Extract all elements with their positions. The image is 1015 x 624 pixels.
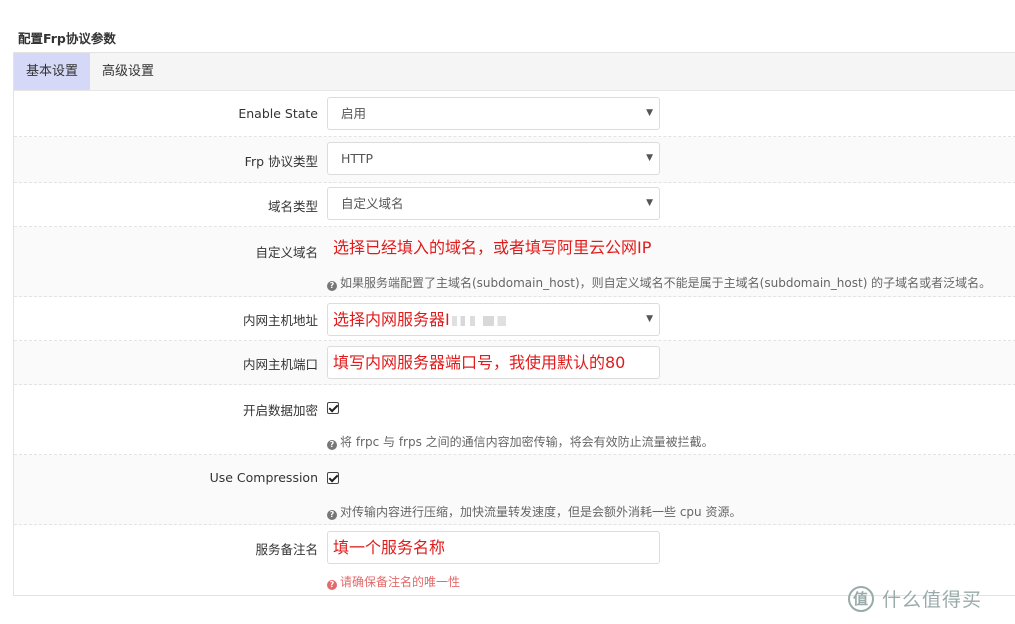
domain-type-select[interactable]: 自定义域名 ▼: [327, 187, 660, 220]
section-title: 配置Frp协议参数: [18, 31, 116, 46]
question-circle-icon: ?: [327, 510, 337, 520]
service-remark-help-text: 请确保备注名的唯一性: [340, 575, 461, 589]
local-port-input[interactable]: 填写内网服务器端口号，我使用默认的80: [327, 346, 660, 379]
service-remark-help: ? 请确保备注名的唯一性: [327, 573, 460, 590]
service-remark-input[interactable]: 填一个服务名称: [327, 531, 660, 564]
enable-state-label: Enable State: [238, 106, 318, 121]
service-remark-annotation: 填一个服务名称: [333, 538, 446, 557]
caret-down-icon: ▼: [646, 108, 653, 118]
custom-domain-input[interactable]: 选择已经填入的域名，或者填写阿里云公网IP: [327, 231, 660, 264]
watermark: 值 什么值得买: [848, 585, 982, 612]
row-local-port: 内网主机端口 填写内网服务器端口号，我使用默认的80: [14, 341, 1015, 385]
row-local-host: 内网主机地址 选择内网服务器I ▼: [14, 297, 1015, 341]
compression-label: Use Compression: [209, 470, 318, 485]
watermark-text: 什么值得买: [882, 589, 983, 611]
local-port-label: 内网主机端口: [242, 357, 318, 372]
encryption-label: 开启数据加密: [242, 403, 318, 418]
custom-domain-help: ? 如果服务端配置了主域名(subdomain_host)，则自定义域名不能是属于…: [327, 274, 991, 291]
compression-help: ? 对传输内容进行压缩，加快流量转发速度，但是会额外消耗一些 cpu 资源。: [327, 503, 741, 520]
caret-down-icon: ▼: [646, 198, 653, 208]
row-protocol-type: Frp 协议类型 HTTP ▼: [14, 137, 1015, 183]
question-circle-icon: ?: [327, 580, 337, 590]
redacted-ip: [451, 315, 512, 326]
protocol-type-label: Frp 协议类型: [244, 154, 318, 169]
tab-basic-settings[interactable]: 基本设置: [14, 53, 91, 90]
local-host-select[interactable]: 选择内网服务器I ▼: [327, 303, 660, 336]
custom-domain-label: 自定义域名: [255, 245, 318, 260]
question-circle-icon: ?: [327, 281, 337, 291]
caret-down-icon: ▼: [646, 314, 653, 324]
watermark-logo: 值: [848, 585, 874, 612]
local-host-label: 内网主机地址: [242, 313, 318, 328]
row-domain-type: 域名类型 自定义域名 ▼: [14, 183, 1015, 227]
custom-domain-help-text: 如果服务端配置了主域名(subdomain_host)，则自定义域名不能是属于主…: [340, 276, 992, 290]
custom-domain-annotation: 选择已经填入的域名，或者填写阿里云公网IP: [333, 238, 652, 257]
protocol-type-value: HTTP: [341, 151, 373, 166]
caret-down-icon: ▼: [646, 153, 653, 163]
local-host-annotation: 选择内网服务器I: [333, 304, 512, 335]
frp-config-panel: 基本设置 高级设置 Enable State 启用 ▼ Frp 协议类型 HTT…: [13, 52, 1015, 596]
encryption-checkbox[interactable]: [327, 402, 339, 414]
compression-help-text: 对传输内容进行压缩，加快流量转发速度，但是会额外消耗一些 cpu 资源。: [340, 505, 742, 519]
local-port-annotation: 填写内网服务器端口号，我使用默认的80: [333, 353, 626, 372]
protocol-type-select[interactable]: HTTP ▼: [327, 142, 660, 175]
enable-state-value: 启用: [341, 106, 367, 121]
row-compression: Use Compression ? 对传输内容进行压缩，加快流量转发速度，但是会额…: [14, 455, 1015, 525]
enable-state-select[interactable]: 启用 ▼: [327, 97, 660, 130]
encryption-help: ? 将 frpc 与 frps 之间的通信内容加密传输，将会有效防止流量被拦截。: [327, 433, 714, 450]
question-circle-icon: ?: [327, 440, 337, 450]
tab-advanced-settings[interactable]: 高级设置: [90, 53, 166, 90]
row-encryption: 开启数据加密 ? 将 frpc 与 frps 之间的通信内容加密传输，将会有效防止…: [14, 385, 1015, 455]
encryption-help-text: 将 frpc 与 frps 之间的通信内容加密传输，将会有效防止流量被拦截。: [340, 435, 714, 449]
compression-checkbox[interactable]: [327, 472, 339, 484]
tab-bar: 基本设置 高级设置: [14, 53, 1015, 91]
row-enable-state: Enable State 启用 ▼: [14, 91, 1015, 137]
domain-type-label: 域名类型: [267, 199, 318, 214]
service-remark-label: 服务备注名: [255, 542, 318, 557]
row-custom-domain: 自定义域名 选择已经填入的域名，或者填写阿里云公网IP ? 如果服务端配置了主域名…: [14, 227, 1015, 297]
domain-type-value: 自定义域名: [341, 196, 404, 211]
